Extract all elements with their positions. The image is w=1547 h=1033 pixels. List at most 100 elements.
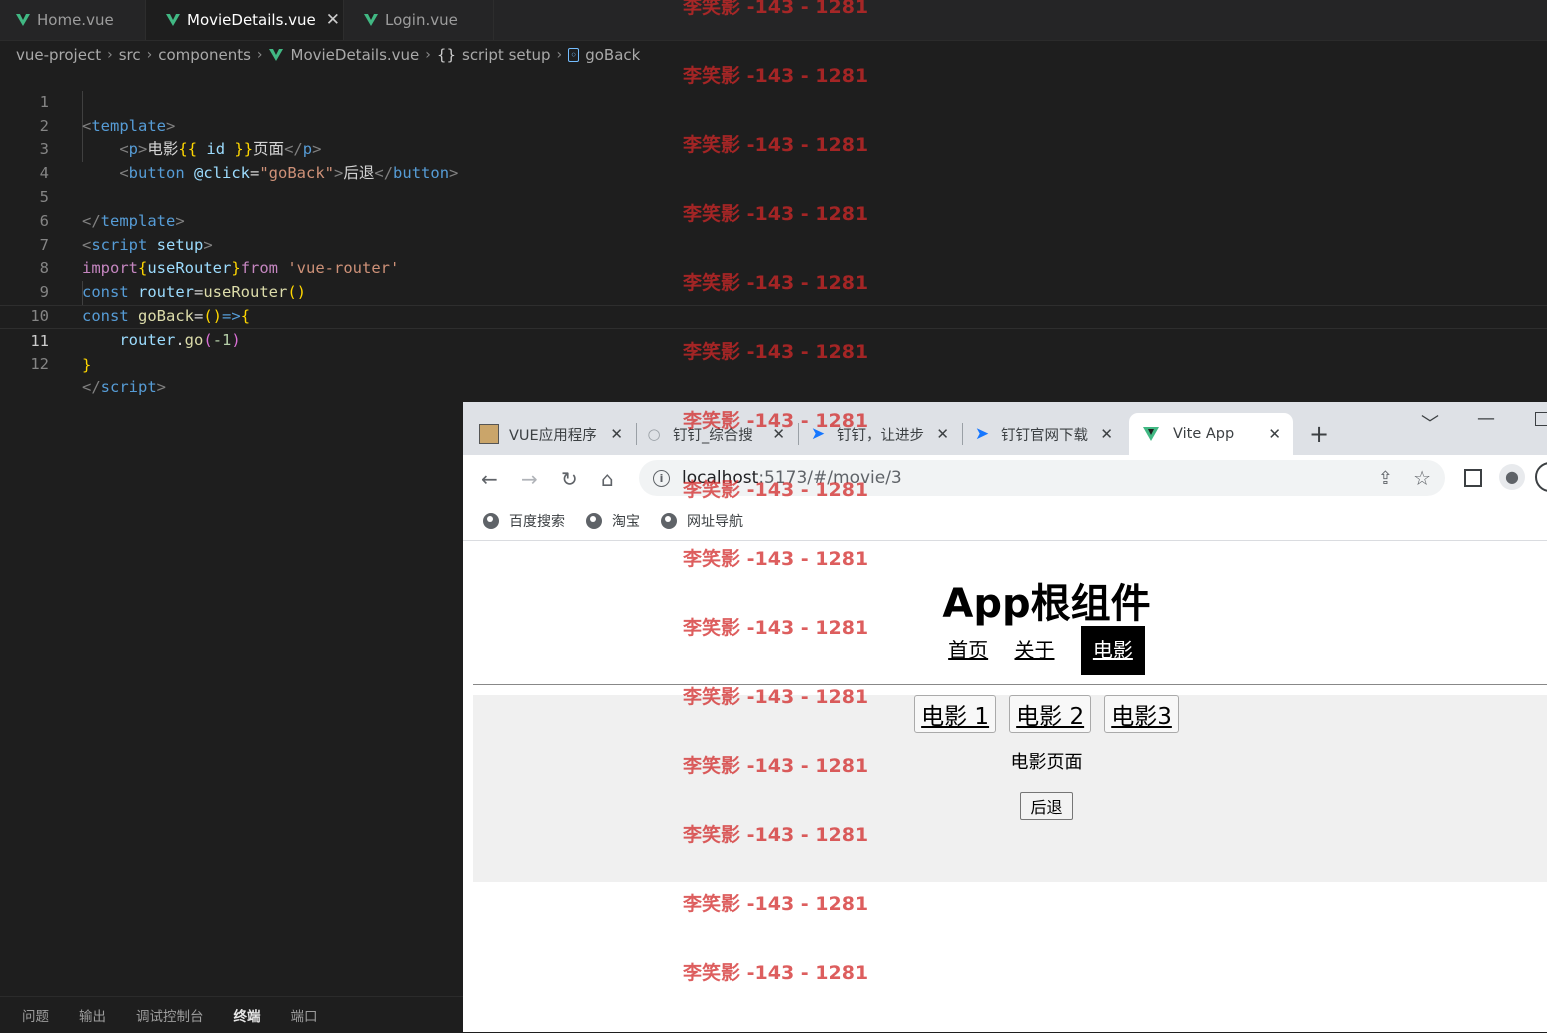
- panel-tab-ports[interactable]: 端口: [291, 1005, 318, 1025]
- tab-label: Login.vue: [385, 11, 458, 29]
- watermark-text: 李笑影 -143 - 1281: [683, 617, 869, 639]
- code-line: 8 const router=useRouter(): [0, 234, 1547, 301]
- browser-tab[interactable]: ➤ 钉钉官网下载 ✕: [973, 413, 1125, 455]
- variable-icon: ◦: [568, 48, 580, 62]
- breadcrumb-item[interactable]: vue-project: [16, 46, 101, 64]
- code-line: 5 </template>: [0, 162, 1547, 230]
- chevron-right-icon: ›: [556, 47, 563, 63]
- close-tab-icon[interactable]: ✕: [936, 425, 949, 443]
- close-tab-icon[interactable]: ✕: [610, 425, 623, 443]
- vue-icon: [268, 49, 283, 61]
- panel-tab-bar: 问题 输出 调试控制台 终端 端口: [0, 996, 463, 1033]
- bookmark-label: 淘宝: [612, 513, 640, 530]
- vue-icon: [16, 14, 30, 26]
- info-icon[interactable]: i: [653, 469, 670, 487]
- globe-icon: [586, 512, 602, 529]
- movie-link-1[interactable]: 电影 1: [914, 695, 997, 733]
- watermark-text: 李笑影 -143 - 1281: [683, 755, 869, 777]
- bookmark-item[interactable]: 网址导航: [661, 511, 743, 531]
- panel-tab-output[interactable]: 输出: [79, 1005, 106, 1025]
- watermark-text: 李笑影 -143 - 1281: [683, 203, 869, 225]
- site-favicon-icon: [479, 424, 499, 444]
- globe-icon: [483, 512, 499, 529]
- breadcrumb-item[interactable]: components: [158, 46, 251, 64]
- browser-tab-title: VUE应用程序: [509, 427, 597, 444]
- panel-tab-terminal[interactable]: 终端: [234, 1005, 261, 1025]
- vue-icon: [166, 14, 180, 26]
- bookmark-item[interactable]: 百度搜索: [483, 511, 565, 531]
- watermark-text: 李笑影 -143 - 1281: [683, 0, 869, 18]
- tab-separator: [636, 423, 637, 445]
- chevron-right-icon: ›: [425, 47, 431, 63]
- search-icon: ○: [647, 425, 661, 443]
- tab-home-vue[interactable]: Home.vue: [0, 0, 146, 40]
- vue-icon: [364, 14, 378, 26]
- chevron-right-icon: ›: [146, 47, 153, 63]
- bookmark-item[interactable]: 淘宝: [586, 511, 640, 531]
- close-icon[interactable]: ✕: [326, 10, 340, 30]
- star-icon[interactable]: ☆: [1413, 466, 1431, 490]
- nav-link-about[interactable]: 关于: [1015, 638, 1055, 662]
- breadcrumb-item[interactable]: script setup: [462, 46, 551, 64]
- breadcrumb-item[interactable]: MovieDetails.vue: [291, 46, 420, 64]
- tab-search-chevron-icon[interactable]: ﹀: [1421, 410, 1439, 436]
- movie-link-3[interactable]: 电影3: [1104, 695, 1179, 733]
- app-title: App根组件: [942, 581, 1151, 627]
- watermark-text: 李笑影 -143 - 1281: [683, 272, 869, 294]
- profile-avatar-icon[interactable]: ●: [1499, 464, 1525, 490]
- close-tab-icon[interactable]: ✕: [1268, 425, 1281, 443]
- watermark-text: 李笑影 -143 - 1281: [683, 824, 869, 846]
- browser-tab-strip: VUE应用程序 ✕ ○ 钉钉_综合搜 ✕ ➤ 钉钉，让进步 ✕ ➤ 钉钉官网下载…: [463, 402, 1547, 455]
- watermark-text: 李笑影 -143 - 1281: [683, 548, 869, 570]
- chevron-right-icon: ›: [107, 47, 113, 63]
- share-icon[interactable]: ⇪: [1378, 468, 1393, 489]
- breadcrumb: vue-project › src › components › MovieDe…: [16, 44, 640, 66]
- movie-link-2[interactable]: 电影 2: [1009, 695, 1092, 733]
- globe-icon: [661, 512, 677, 529]
- reload-icon[interactable]: ↻: [561, 467, 578, 491]
- new-tab-button[interactable]: +: [1309, 420, 1329, 448]
- nav-link-home[interactable]: 首页: [948, 638, 988, 662]
- panel-tab-problems[interactable]: 问题: [22, 1005, 49, 1025]
- tab-label: MovieDetails.vue: [187, 11, 316, 29]
- minimize-icon[interactable]: —: [1477, 408, 1495, 429]
- tab-login-vue[interactable]: Login.vue: [344, 0, 494, 40]
- browser-window: VUE应用程序 ✕ ○ 钉钉_综合搜 ✕ ➤ 钉钉，让进步 ✕ ➤ 钉钉官网下载…: [463, 402, 1547, 1032]
- router-nav: 首页 关于 电影: [463, 626, 1547, 675]
- tab-separator: [962, 423, 963, 445]
- nav-link-movie[interactable]: 电影: [1080, 626, 1145, 675]
- braces-icon: {}: [436, 46, 456, 64]
- browser-tab[interactable]: VUE应用程序 ✕: [479, 413, 637, 455]
- forward-arrow-icon[interactable]: →: [521, 467, 538, 491]
- menu-icon[interactable]: [1535, 462, 1547, 492]
- tab-label: Home.vue: [37, 11, 114, 29]
- watermark-text: 李笑影 -143 - 1281: [683, 341, 869, 363]
- close-tab-icon[interactable]: ✕: [1100, 425, 1113, 443]
- browser-tab-active[interactable]: Vite App ✕: [1129, 413, 1293, 455]
- dingtalk-icon: ➤: [974, 424, 990, 444]
- breadcrumb-item[interactable]: src: [119, 46, 141, 64]
- maximize-icon[interactable]: [1535, 412, 1547, 426]
- bookmarks-bar: 百度搜索 淘宝 网址导航: [463, 501, 1547, 541]
- movie-page-text: 电影页面: [1010, 752, 1083, 773]
- line-number: 12: [30, 354, 49, 373]
- chevron-right-icon: ›: [256, 47, 263, 63]
- watermark-text: 李笑影 -143 - 1281: [683, 410, 869, 432]
- breadcrumb-item[interactable]: goBack: [585, 46, 640, 64]
- browser-toolbar: ← → ↻ ⌂ i localhost:5173/#/movie/3 ⇪ ☆ ●: [463, 455, 1547, 501]
- watermark-text: 李笑影 -143 - 1281: [683, 65, 869, 87]
- vue-favicon-icon: [1143, 427, 1159, 441]
- movie-sub-nav: 电影 1 电影 2 电影3: [463, 695, 1547, 733]
- browser-tab-title: Vite App: [1173, 426, 1235, 442]
- watermark-text: 李笑影 -143 - 1281: [683, 893, 869, 915]
- watermark-text: 李笑影 -143 - 1281: [683, 134, 869, 156]
- side-panel-icon[interactable]: [1464, 469, 1482, 487]
- back-arrow-icon[interactable]: ←: [481, 467, 498, 491]
- home-icon[interactable]: ⌂: [601, 467, 614, 491]
- bookmark-label: 百度搜索: [509, 513, 565, 530]
- watermark-text: 李笑影 -143 - 1281: [683, 962, 869, 984]
- back-button[interactable]: 后退: [1020, 792, 1073, 820]
- browser-tab-title: 钉钉官网下载: [1001, 427, 1088, 444]
- panel-tab-debug-console[interactable]: 调试控制台: [136, 1005, 204, 1025]
- tab-moviedetails-vue[interactable]: MovieDetails.vue ✕: [146, 0, 344, 40]
